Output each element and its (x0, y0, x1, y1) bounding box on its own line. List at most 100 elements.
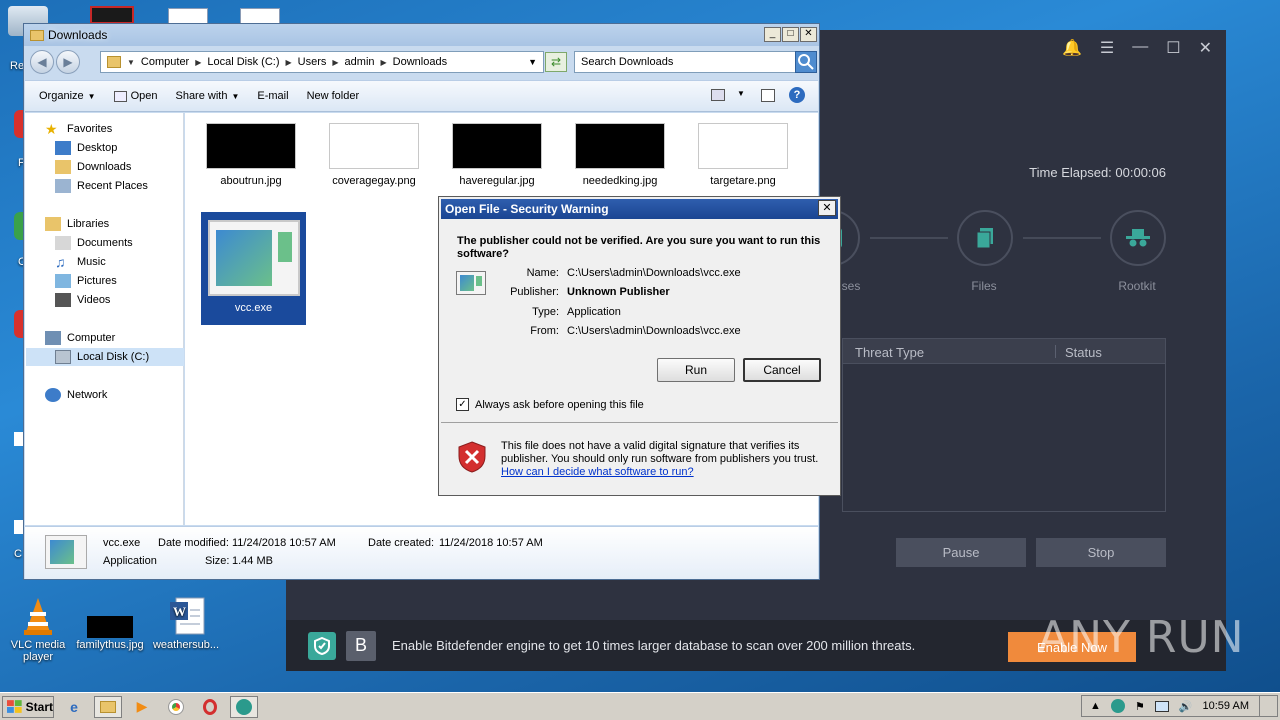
breadcrumb-separator-icon[interactable]: ▶ (381, 58, 387, 67)
downloads-folder-icon (55, 160, 71, 174)
name-label: Name: (526, 267, 559, 279)
open-button[interactable]: Open (113, 90, 157, 102)
address-dropdown-icon[interactable]: ▼ (528, 57, 537, 67)
type-value: Application (567, 306, 621, 318)
desktop-icon-familythus[interactable]: familythus.jpg (72, 596, 148, 651)
email-button[interactable]: E-mail (257, 90, 288, 102)
desktop-doc-icon-fragment[interactable] (168, 8, 208, 24)
maximize-button[interactable]: □ (782, 27, 799, 42)
breadcrumb-separator-icon[interactable]: ▶ (286, 58, 292, 67)
help-icon[interactable]: ? (789, 87, 805, 103)
file-aboutrun[interactable]: aboutrun.jpg (196, 123, 306, 187)
details-modified: 11/24/2018 10:57 AM (232, 537, 336, 549)
breadcrumb-separator-icon: ▼ (127, 57, 135, 67)
search-icon[interactable] (795, 51, 817, 73)
tray-volume-icon[interactable]: 🔊 (1179, 700, 1193, 713)
dialog-divider (441, 422, 838, 423)
publisher-value: Unknown Publisher (567, 286, 670, 298)
organize-menu[interactable]: Organize ▼ (39, 90, 96, 102)
chrome-icon[interactable] (162, 696, 190, 718)
tree-label: Downloads (77, 161, 132, 173)
windows-logo-icon (7, 699, 22, 713)
breadcrumb-separator-icon[interactable]: ▶ (332, 58, 338, 67)
file-name: targetare.png (710, 175, 776, 187)
breadcrumb-separator-icon[interactable]: ▶ (195, 58, 201, 67)
threat-table-header: Threat Type Status (842, 338, 1166, 364)
desktop-red-box-fragment[interactable] (90, 6, 134, 24)
search-input[interactable]: Search Downloads (574, 51, 796, 73)
new-folder-button[interactable]: New folder (307, 90, 360, 102)
desktop-icon-vlc[interactable]: VLC media player (0, 596, 76, 663)
file-name: coveragegay.png (332, 175, 416, 187)
tree-label: Local Disk (C:) (77, 351, 150, 363)
explorer-taskbar-icon[interactable] (94, 695, 122, 718)
file-vcc-exe[interactable]: vcc.exe (201, 212, 306, 325)
maximize-icon[interactable]: ☐ (1166, 38, 1180, 58)
desktop-icon-weathersub[interactable]: W weathersub... (148, 596, 224, 651)
bell-icon[interactable]: 🔔 (1062, 38, 1082, 58)
pictures-icon (55, 274, 71, 288)
view-options-icon[interactable] (711, 89, 725, 101)
open-app-icon (113, 90, 127, 102)
close-icon[interactable]: ✕ (818, 200, 836, 216)
refresh-icon[interactable]: ⇄ (545, 52, 567, 72)
tree-local-disk[interactable]: Local Disk (C:) (26, 348, 184, 366)
antivirus-taskbar-icon[interactable] (230, 695, 258, 718)
breadcrumb-users[interactable]: Users (298, 56, 327, 68)
run-button[interactable]: Run (657, 358, 735, 382)
minimize-button[interactable]: _ (764, 27, 781, 42)
folder-icon (30, 29, 44, 41)
documents-icon (55, 236, 71, 250)
preview-pane-icon[interactable] (761, 89, 775, 102)
checkbox-check-icon[interactable]: ✓ (456, 398, 469, 411)
stop-button[interactable]: Stop (1036, 538, 1166, 567)
word-document-icon: W (162, 596, 210, 636)
back-arrow-icon[interactable]: ◀ (30, 50, 54, 74)
help-link[interactable]: How can I decide what software to run? (501, 466, 694, 478)
tree-network[interactable]: Network (45, 386, 203, 404)
tree-favorites[interactable]: ★ Favorites (45, 120, 203, 138)
media-player-icon[interactable]: ▶ (128, 696, 156, 718)
desktop-doc-icon-fragment[interactable] (240, 8, 280, 24)
desktop-icon-label: VLC media player (10, 639, 66, 663)
breadcrumb-computer[interactable]: Computer (141, 56, 189, 68)
file-targetare[interactable]: targetare.png (688, 123, 798, 187)
tree-computer[interactable]: Computer (45, 329, 203, 347)
file-haveregular[interactable]: haveregular.jpg (442, 123, 552, 187)
forward-arrow-icon[interactable]: ▶ (56, 50, 80, 74)
tree-label: Music (77, 256, 106, 268)
dialog-name-row: Name: C:\Users\admin\Downloads\vcc.exe (463, 267, 741, 279)
breadcrumb-downloads[interactable]: Downloads (393, 56, 447, 68)
always-ask-checkbox[interactable]: ✓ Always ask before opening this file (456, 398, 644, 411)
organize-label: Organize (39, 90, 84, 102)
breadcrumb-admin[interactable]: admin (345, 56, 375, 68)
cancel-button[interactable]: Cancel (743, 358, 821, 382)
desktop-icon-label: weathersub... (152, 639, 220, 651)
tray-network-icon[interactable] (1154, 700, 1169, 712)
menu-icon[interactable]: ☰ (1100, 38, 1114, 58)
clock[interactable]: 10:59 AM (1203, 700, 1249, 712)
breadcrumb-local-disk[interactable]: Local Disk (C:) (207, 56, 279, 68)
address-bar[interactable]: ▼ Computer ▶ Local Disk (C:) ▶ Users ▶ a… (100, 51, 544, 73)
pause-button[interactable]: Pause (896, 538, 1026, 567)
close-button[interactable]: ✕ (800, 27, 817, 42)
tray-shield-icon[interactable] (1110, 699, 1125, 713)
minimize-icon[interactable]: — (1132, 38, 1148, 58)
internet-explorer-icon[interactable]: e (60, 696, 88, 718)
tree-libraries[interactable]: Libraries (45, 215, 203, 233)
file-neededking[interactable]: neededking.jpg (565, 123, 675, 187)
recent-places-icon (55, 179, 71, 193)
show-desktop-button[interactable] (1259, 696, 1269, 716)
tray-flag-icon[interactable]: ⚑ (1135, 700, 1145, 713)
email-label: E-mail (257, 90, 289, 102)
close-icon[interactable]: ✕ (1199, 38, 1212, 58)
desktop-icon (55, 141, 71, 155)
chevron-down-icon: ▼ (231, 91, 240, 101)
start-button[interactable]: Start (2, 695, 54, 718)
tray-expand-icon[interactable]: ▲ (1090, 700, 1101, 712)
opera-icon[interactable] (196, 696, 224, 718)
image-thumbnail (452, 123, 542, 169)
share-with-menu[interactable]: Share with ▼ (175, 90, 239, 102)
file-coveragegay[interactable]: coveragegay.png (319, 123, 429, 187)
chevron-down-icon[interactable]: ▼ (737, 89, 745, 98)
